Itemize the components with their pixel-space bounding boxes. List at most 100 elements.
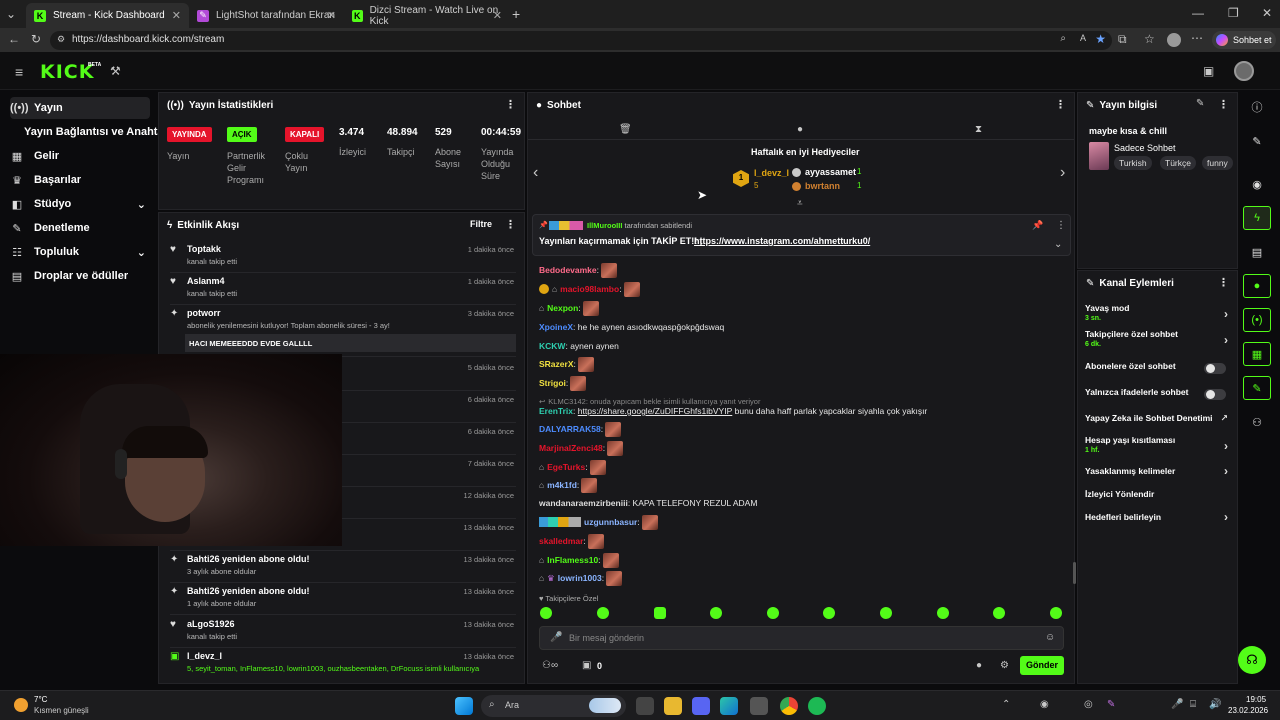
emote-icon[interactable] (540, 607, 552, 619)
action-ai-moderation[interactable]: Yapay Zeka ile Sohbet Denetimi ↗ (1085, 413, 1230, 423)
tag-pill[interactable]: Turkish (1114, 156, 1152, 170)
emote-icon[interactable] (937, 607, 949, 619)
app-icon[interactable] (750, 697, 768, 715)
emote-icon[interactable] (1050, 607, 1062, 619)
emote-icon[interactable] (654, 607, 666, 619)
chevron-left-icon[interactable]: ‹ (533, 164, 538, 182)
camera-icon[interactable]: ◉ (1243, 172, 1271, 196)
collapse-gifters-icon[interactable]: ⩡ (797, 198, 803, 209)
clock-date[interactable]: 23.02.2026 (1228, 706, 1268, 715)
minimize-icon[interactable]: — (1192, 6, 1204, 20)
more-icon[interactable]: ⋯ (1191, 31, 1203, 45)
chevron-right-icon[interactable]: › (1060, 164, 1065, 182)
tray-steam-icon[interactable]: ◎ (1084, 699, 1093, 710)
nav-item-droplar[interactable]: ▤ Droplar ve ödüller (10, 265, 150, 287)
emote-only-toggle[interactable] (1204, 389, 1226, 400)
kick-logo[interactable]: KICK (40, 61, 94, 83)
category-name[interactable]: Sadece Sohbet (1114, 143, 1176, 153)
more-options-icon[interactable]: ⋮ (1055, 98, 1066, 111)
edit-icon[interactable]: ✎ (1243, 129, 1271, 153)
emoji-icon[interactable]: ☺ (1045, 632, 1055, 643)
chrome-icon[interactable] (780, 697, 798, 715)
browser-tab-dizci[interactable]: K Dizci Stream - Watch Live on Kick ✕ (344, 3, 510, 28)
nav-item-basarilar[interactable]: ♛ Başarılar (10, 169, 150, 191)
chevron-down-icon[interactable]: ⌄ (1054, 239, 1062, 250)
action-set-goals[interactable]: Hedefleri belirleyin › (1085, 510, 1230, 524)
document-icon[interactable]: ▤ (1243, 240, 1271, 264)
site-info-icon[interactable]: ⚙ (57, 34, 65, 45)
browser-tab-kick-dashboard[interactable]: K Stream - Kick Dashboard ✕ (26, 3, 189, 28)
support-button[interactable]: ☊ (1238, 646, 1266, 674)
file-explorer-icon[interactable] (664, 697, 682, 715)
browser-tab-lightshot[interactable]: ✎ LightShot tarafından Ekran Görünt ✕ (189, 3, 344, 28)
chat-bubble-icon[interactable]: ● (976, 660, 982, 671)
reload-icon[interactable]: ↻ (31, 32, 41, 46)
network-icon[interactable]: ⌸ (1190, 699, 1196, 710)
weather-temp[interactable]: 7°C (34, 695, 47, 704)
emote-icon[interactable] (823, 607, 835, 619)
tab-list-icon[interactable]: ⌄ (6, 7, 16, 21)
more-options-icon[interactable]: ⋮ (505, 218, 516, 231)
extensions-icon[interactable]: ⧉ (1118, 32, 1127, 47)
tray-mic-icon[interactable]: 🎤 (1171, 699, 1183, 710)
more-options-icon[interactable]: ⋮ (1218, 98, 1229, 111)
more-options-icon[interactable]: ⋮ (505, 98, 516, 111)
emote-icon[interactable] (597, 607, 609, 619)
chat-scrollbar[interactable] (1073, 562, 1076, 584)
nav-item-stream-key[interactable]: Yayın Bağlantısı ve Anahtarı (24, 121, 158, 143)
nav-item-studyo[interactable]: ◧ Stüdyo ⌄ (10, 193, 150, 215)
broadcast-icon[interactable]: (•) (1243, 308, 1271, 332)
zoom-icon[interactable]: ⌕ (1060, 33, 1066, 44)
stream-preview-icon[interactable]: ▣ (1203, 64, 1214, 78)
emote-icon[interactable] (710, 607, 722, 619)
close-tab-icon[interactable]: ✕ (493, 9, 502, 22)
nav-item-yayin[interactable]: ((•)) Yayın (10, 97, 150, 119)
action-followers-only[interactable]: Takipçilere özel sohbet 6 dk. › (1085, 329, 1230, 348)
back-icon[interactable]: ← (8, 32, 20, 46)
emote-icon[interactable] (767, 607, 779, 619)
discord-icon[interactable] (692, 697, 710, 715)
action-account-age[interactable]: Hesap yaşı kısıtlaması 1 hf. › (1085, 435, 1230, 454)
close-tab-icon[interactable]: ✕ (172, 9, 181, 22)
action-emote-only[interactable]: Yalnızca ifadelerle sohbet (1085, 387, 1230, 400)
task-view-icon[interactable] (636, 697, 654, 715)
close-tab-icon[interactable]: ✕ (327, 9, 336, 22)
microphone-icon[interactable]: 🎤 (550, 632, 562, 643)
chat-icon[interactable]: ● (1243, 274, 1271, 298)
filter-button[interactable]: Filtre (470, 219, 492, 229)
edit-icon[interactable]: ✎ (1196, 98, 1204, 109)
trash-icon[interactable]: 🗑 (619, 124, 632, 135)
user-avatar[interactable] (1234, 61, 1254, 81)
tag-pill[interactable]: Türkçe (1160, 156, 1196, 170)
favorites-icon[interactable]: ☆ (1144, 32, 1155, 46)
users-infinite-icon[interactable]: ⚇∞ (542, 660, 558, 671)
emote-icon[interactable] (880, 607, 892, 619)
windows-start-icon[interactable] (455, 697, 473, 715)
settings-gear-icon[interactable]: ⚙ (1000, 660, 1009, 671)
new-tab-icon[interactable]: + (512, 6, 520, 22)
weather-icon[interactable] (14, 698, 28, 712)
pinned-link[interactable]: https://www.instagram.com/ahmetturku0/ (694, 236, 870, 246)
send-button[interactable]: Gönder (1020, 656, 1064, 675)
favorite-star-icon[interactable]: ★ (1095, 32, 1106, 46)
nav-item-denetleme[interactable]: ✎ Denetleme (10, 217, 150, 239)
hammer-icon[interactable]: ⚒ (110, 64, 121, 78)
more-options-icon[interactable]: ⋮ (1218, 276, 1229, 289)
nav-item-topluluk[interactable]: ☷ Topluluk ⌄ (10, 241, 150, 263)
menu-icon[interactable]: ≡ (15, 64, 23, 80)
nav-item-gelir[interactable]: ▦ Gelir (10, 145, 150, 167)
gifter-name[interactable]: ayyassamet (805, 167, 856, 177)
maximize-icon[interactable]: ❐ (1228, 6, 1239, 20)
clock-time[interactable]: 19:05 (1246, 695, 1266, 704)
gifter-name[interactable]: bwrtann (805, 181, 840, 191)
spotify-icon[interactable] (808, 697, 826, 715)
action-subscribers-only[interactable]: Abonelere özel sohbet (1085, 361, 1230, 374)
wrench-icon[interactable]: ✎ (1243, 376, 1271, 400)
community-icon[interactable]: ⚇ (1243, 410, 1271, 434)
url-field[interactable]: ⚙ https://dashboard.kick.com/stream ⌕ A … (50, 31, 1112, 50)
volume-icon[interactable]: 🔊 (1209, 699, 1221, 710)
action-slow-mode[interactable]: Yavaş mod 3 sn. › (1085, 303, 1230, 322)
subscribers-only-toggle[interactable] (1204, 363, 1226, 374)
edge-icon[interactable] (720, 697, 738, 715)
action-banned-words[interactable]: Yasaklanmış kelimeler › (1085, 464, 1230, 478)
